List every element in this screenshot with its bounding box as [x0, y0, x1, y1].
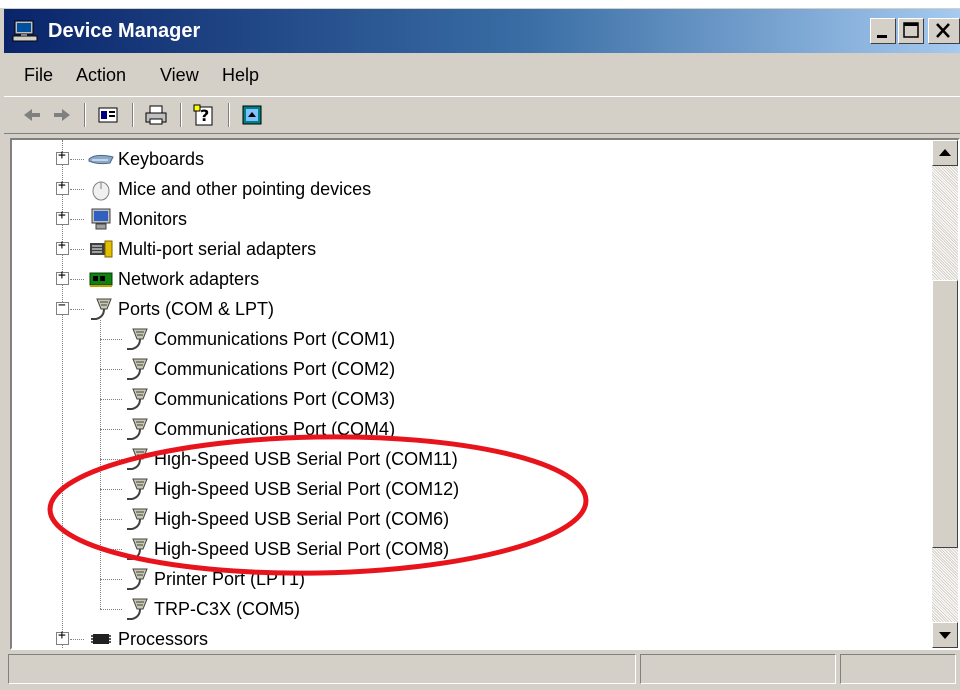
processor-icon — [88, 627, 114, 648]
tree-node-label: TRP-C3X (COM5) — [154, 599, 301, 619]
tree-connector — [100, 489, 122, 490]
properties-icon[interactable] — [96, 103, 120, 127]
tree-node-label: Printer Port (LPT1) — [154, 569, 306, 589]
toolbar-separator — [228, 103, 230, 127]
minimize-button[interactable] — [870, 18, 896, 44]
expand-button[interactable]: + — [56, 148, 69, 165]
tree-node-label: High-Speed USB Serial Port (COM12) — [154, 479, 460, 499]
port-icon — [88, 297, 114, 321]
scroll-thumb[interactable] — [932, 280, 958, 548]
port-icon — [124, 507, 150, 531]
tree-node-label: Communications Port (COM4) — [154, 419, 396, 439]
menu-view[interactable]: View — [160, 65, 199, 86]
monitor-icon — [88, 207, 114, 231]
expand-button[interactable]: + — [56, 628, 69, 645]
scroll-down-button[interactable] — [932, 622, 958, 648]
tree-connector — [70, 159, 84, 160]
tree-connector — [100, 579, 122, 580]
status-pane-main — [8, 654, 636, 684]
menu-action[interactable]: Action — [76, 65, 126, 86]
keyboard-icon — [88, 147, 114, 171]
tree-node-label: Processors — [118, 629, 209, 649]
toolbar-separator — [132, 103, 134, 127]
port-icon — [124, 447, 150, 471]
serial-adapter-icon — [88, 237, 114, 261]
status-pane-secondary — [640, 654, 836, 684]
minimize-icon — [877, 35, 887, 38]
tree-node-label: High-Speed USB Serial Port (COM8) — [154, 539, 450, 559]
port-icon — [124, 387, 150, 411]
toolbar-separator — [180, 103, 182, 127]
network-adapter-icon — [88, 267, 114, 291]
up-arrow-icon — [939, 149, 951, 156]
scan-icon[interactable] — [240, 103, 264, 127]
status-bar — [4, 652, 960, 686]
menu-help[interactable]: Help — [222, 65, 259, 86]
tree-node-label: Communications Port (COM2) — [154, 359, 396, 379]
tree-connector — [100, 609, 122, 610]
top-edge — [0, 0, 960, 8]
tree-connector — [100, 549, 122, 550]
expand-button[interactable]: + — [56, 178, 69, 195]
tree-connector — [100, 459, 122, 460]
vertical-scrollbar[interactable] — [932, 140, 958, 648]
tree-connector — [70, 189, 84, 190]
scroll-up-button[interactable] — [932, 140, 958, 166]
port-icon — [124, 417, 150, 441]
expand-button[interactable]: + — [56, 208, 69, 225]
close-icon — [936, 23, 950, 38]
tree-connector — [70, 279, 84, 280]
svg-text:?: ? — [200, 106, 209, 125]
tree-connector — [100, 519, 122, 520]
tree-connector — [100, 339, 122, 340]
tree-node-label: High-Speed USB Serial Port (COM6) — [154, 509, 450, 529]
device-tree[interactable]: + Keyboards + Mice and other pointing devic… — [12, 140, 932, 649]
tree-connector — [70, 309, 84, 310]
computer-icon — [12, 20, 38, 42]
tree-connector — [70, 249, 84, 250]
tree-connector — [100, 399, 122, 400]
toolbar-separator — [84, 103, 86, 127]
menu-file[interactable]: File — [24, 65, 53, 86]
tree-connector — [100, 369, 122, 370]
back-icon[interactable] — [20, 103, 44, 127]
tree-connector — [70, 219, 84, 220]
tree-connector — [100, 320, 101, 609]
tree-node-label: Mice and other pointing devices — [118, 179, 372, 199]
device-tree-panel: + Keyboards + Mice and other pointing devic… — [10, 138, 960, 650]
tree-node-label: Multi-port serial adapters — [118, 239, 317, 259]
tree-node-label: High-Speed USB Serial Port (COM11) — [154, 449, 458, 469]
window-title: Device Manager — [48, 20, 201, 42]
down-arrow-icon — [939, 632, 951, 639]
tree-node-label: Keyboards — [118, 149, 205, 169]
port-icon — [124, 597, 150, 621]
status-pane-tertiary — [840, 654, 956, 684]
mouse-icon — [88, 177, 114, 201]
port-icon — [124, 327, 150, 351]
tree-node-label: Network adapters — [118, 269, 260, 289]
maximize-icon — [903, 22, 919, 38]
expand-button[interactable]: + — [56, 238, 69, 255]
forward-icon[interactable] — [50, 103, 74, 127]
tree-connector — [70, 639, 84, 640]
tree-node-label: Ports (COM & LPT) — [118, 299, 275, 319]
collapse-button[interactable]: − — [56, 298, 69, 315]
menu-bar: File Action View Help — [4, 56, 960, 94]
close-button[interactable] — [928, 18, 960, 44]
tree-node-label: Communications Port (COM3) — [154, 389, 396, 409]
print-icon[interactable] — [144, 103, 168, 127]
toolbar: ? — [4, 96, 960, 134]
tree-node-label: Communications Port (COM1) — [154, 329, 396, 349]
expand-button[interactable]: + — [56, 268, 69, 285]
tree-node-label: Monitors — [118, 209, 188, 229]
title-bar[interactable]: Device Manager — [4, 9, 960, 53]
help-icon[interactable]: ? — [192, 103, 216, 127]
tree-connector — [100, 429, 122, 430]
device-manager-window: Device Manager File Action View Help ? +… — [0, 0, 960, 690]
port-icon — [124, 567, 150, 591]
port-icon — [124, 537, 150, 561]
port-icon — [124, 357, 150, 381]
port-icon — [124, 477, 150, 501]
maximize-button[interactable] — [898, 18, 924, 44]
